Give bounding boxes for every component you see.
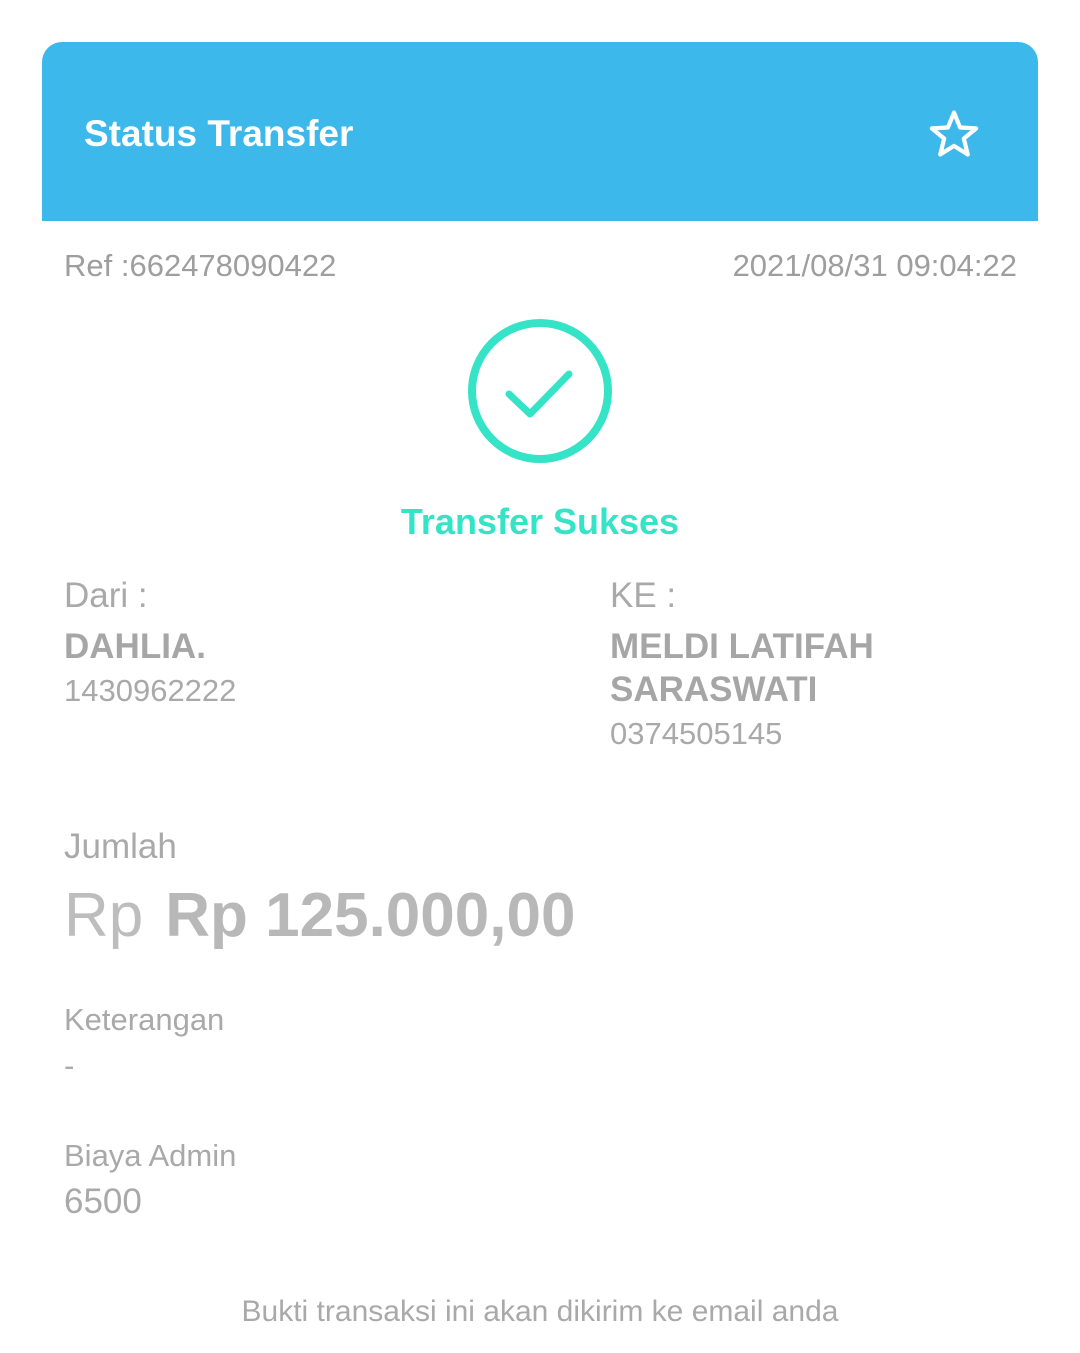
transaction-meta: Ref :662478090422 2021/08/31 09:04:22 xyxy=(64,246,1017,286)
transfer-status-screen: Status Transfer Ref :662478090422 2021/0… xyxy=(0,0,1080,1353)
sender-account: 1430962222 xyxy=(64,673,237,708)
reference-number: Ref :662478090422 xyxy=(64,248,337,283)
note-value: - xyxy=(64,1048,75,1083)
footer-note: Bukti transaksi ini akan dikirim ke emai… xyxy=(241,1295,839,1328)
status-message: Transfer Sukses xyxy=(400,501,680,542)
admin-fee-label: Biaya Admin xyxy=(64,1138,237,1173)
amount-display: Rp Rp 125.000,00 xyxy=(64,880,575,952)
recipient-section: KE : MELDI LATIFAH SARASWATI 0374505145 xyxy=(610,575,1030,755)
sender-label: Dari : xyxy=(64,576,148,615)
recipient-name: MELDI LATIFAH SARASWATI xyxy=(610,627,874,709)
recipient-label: KE : xyxy=(610,576,677,615)
page-title: Status Transfer xyxy=(84,113,354,154)
amount-currency: Rp xyxy=(64,881,144,950)
admin-fee-value: 6500 xyxy=(64,1182,142,1221)
amount-label: Jumlah xyxy=(64,827,177,866)
check-circle-icon xyxy=(468,319,612,463)
recipient-account: 0374505145 xyxy=(610,716,783,751)
amount-value: Rp 125.000,00 xyxy=(165,881,576,950)
header-bar: Status Transfer xyxy=(42,42,1038,221)
sender-section: Dari : DAHLIA. 1430962222 xyxy=(64,575,544,712)
sender-name: DAHLIA. xyxy=(64,627,206,666)
favorite-button[interactable] xyxy=(922,102,986,166)
transaction-datetime: 2021/08/31 09:04:22 xyxy=(732,248,1017,283)
star-outline-icon xyxy=(929,110,979,157)
note-label: Keterangan xyxy=(64,1002,225,1037)
